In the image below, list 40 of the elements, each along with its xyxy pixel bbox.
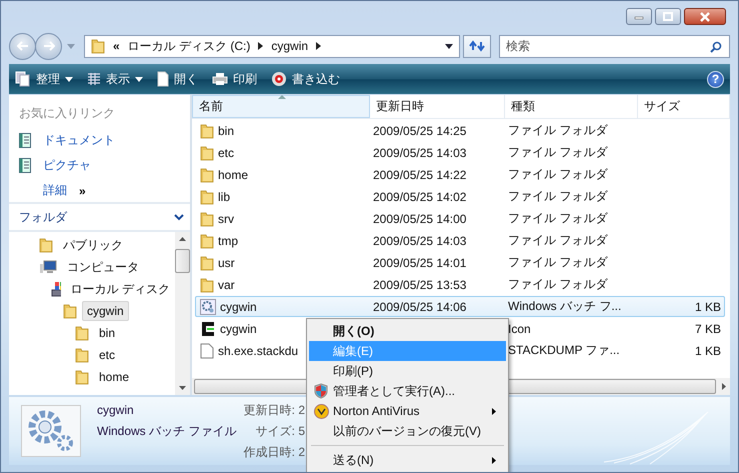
file-name: lib [218, 190, 230, 204]
file-name: bin [218, 124, 234, 138]
detail-field: 更新日時: 2 [244, 403, 305, 418]
section-title: お気に入りリンク [19, 105, 116, 122]
table-cell: ファイル フォルダ [508, 254, 608, 271]
file-name: usr [218, 256, 235, 270]
file-name: etc [218, 146, 234, 160]
file-name: sh.exe.stackdu [218, 344, 298, 358]
table-cell: ファイル フォルダ [508, 188, 608, 205]
table-cell: ファイル フォルダ [508, 122, 608, 139]
detail-field: サイズ: 5 [256, 424, 305, 439]
file-name: home [218, 168, 248, 182]
file-name: cygwin [97, 403, 135, 418]
detail-field: 作成日時: 2 [244, 445, 305, 460]
table-cell: 2009/05/25 14:03 [373, 146, 466, 160]
table-cell: ファイル フォルダ [508, 210, 608, 227]
table-cell: 2009/05/25 13:53 [373, 278, 466, 292]
section-title: フォルダ [19, 208, 67, 226]
table-cell: 2009/05/25 14:01 [373, 256, 466, 270]
table-cell: ファイル フォルダ [508, 232, 608, 249]
table-cell: 2009/05/25 14:25 [373, 124, 466, 138]
table-cell: Icon [508, 322, 531, 336]
table-cell: STACKDUMP ファ... [508, 342, 620, 359]
table-cell: 7 KB [694, 322, 721, 336]
table-cell: ファイル フォルダ [508, 276, 608, 293]
table-cell: 2009/05/25 14:22 [373, 168, 466, 182]
table-cell: 2009/05/25 14:06 [373, 300, 466, 314]
file-name: cygwin [220, 322, 257, 336]
table-cell: 1 KB [694, 300, 721, 314]
table-cell: Windows バッチ フ... [508, 298, 622, 315]
file-name: tmp [218, 234, 238, 248]
table-cell: 2009/05/25 14:03 [373, 234, 466, 248]
table-cell: ファイル フォルダ [508, 144, 608, 161]
file-name: var [218, 278, 235, 292]
table-cell: 2009/05/25 14:00 [373, 212, 466, 226]
table-cell: ファイル フォルダ [508, 166, 608, 183]
file-name: cygwin [220, 300, 257, 314]
table-cell: 2009/05/25 14:02 [373, 190, 466, 204]
file-name: srv [218, 212, 234, 226]
table-cell: 1 KB [694, 344, 721, 358]
